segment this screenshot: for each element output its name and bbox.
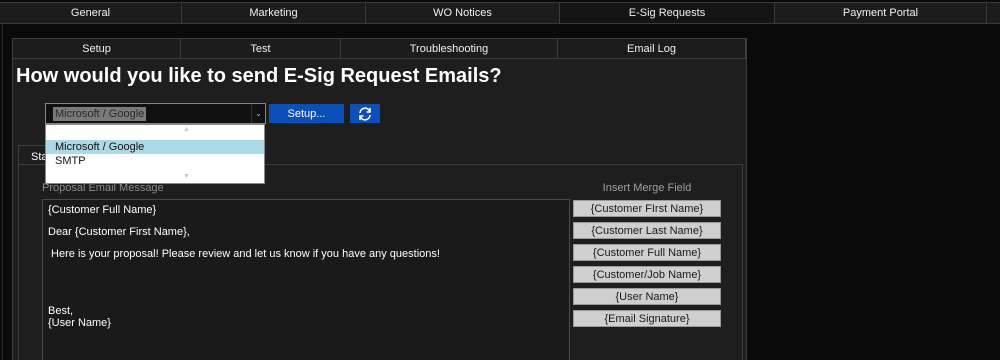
sub-tab-bar: Setup Test Troubleshooting Email Log [13, 39, 746, 59]
send-method-select[interactable]: Microsoft / Google ⌄ [45, 103, 266, 124]
chevron-down-icon[interactable]: ⌄ [251, 104, 265, 123]
refresh-icon [359, 106, 371, 121]
tab-troubleshooting[interactable]: Troubleshooting [341, 39, 558, 58]
scroll-down-icon[interactable]: ▼ [183, 173, 190, 180]
message-line: {User Name} [48, 317, 111, 329]
merge-email-signature-button[interactable]: {Email Signature} [573, 310, 721, 327]
merge-field-label: Insert Merge Field [602, 182, 692, 194]
option-smtp[interactable]: SMTP [46, 154, 264, 168]
top-tab-bar: General Marketing WO Notices E-Sig Reque… [0, 2, 1000, 24]
setup-button[interactable]: Setup... [269, 104, 344, 123]
merge-customer-first-name-button[interactable]: {Customer FIrst Name} [573, 200, 721, 217]
tab-e-sig-requests[interactable]: E-Sig Requests [560, 3, 775, 23]
send-method-selected-value: Microsoft / Google [53, 106, 147, 121]
message-line: Best, [48, 305, 74, 317]
tab-wo-notices[interactable]: WO Notices [366, 3, 560, 23]
merge-user-name-button[interactable]: {User Name} [573, 288, 721, 305]
message-line: Dear {Customer First Name}, [48, 226, 190, 238]
scroll-up-icon[interactable]: ▲ [183, 126, 190, 133]
window-edge [0, 24, 3, 360]
merge-customer-full-name-button[interactable]: {Customer Full Name} [573, 244, 721, 261]
proposal-message-textarea[interactable]: {Customer Full Name} Dear {Customer Firs… [42, 199, 570, 360]
refresh-button[interactable] [350, 104, 380, 123]
option-microsoft-google[interactable]: Microsoft / Google [46, 140, 264, 154]
page-title: How would you like to send E-Sig Request… [16, 65, 502, 87]
e-sig-settings-panel: Setup Test Troubleshooting Email Log How… [12, 38, 747, 360]
tab-marketing[interactable]: Marketing [182, 3, 366, 23]
message-line: {Customer Full Name} [48, 204, 157, 216]
merge-customer-last-name-button[interactable]: {Customer Last Name} [573, 222, 721, 239]
tab-email-log[interactable]: Email Log [558, 39, 746, 58]
tab-setup[interactable]: Setup [13, 39, 181, 58]
tab-general[interactable]: General [0, 3, 182, 23]
message-line: Here is your proposal! Please review and… [48, 248, 440, 260]
send-method-dropdown-list: ▲ Microsoft / Google SMTP ▼ [45, 124, 265, 184]
tab-payment-portal[interactable]: Payment Portal [775, 3, 987, 23]
merge-customer-job-name-button[interactable]: {Customer/Job Name} [573, 266, 721, 283]
tab-test[interactable]: Test [181, 39, 341, 58]
